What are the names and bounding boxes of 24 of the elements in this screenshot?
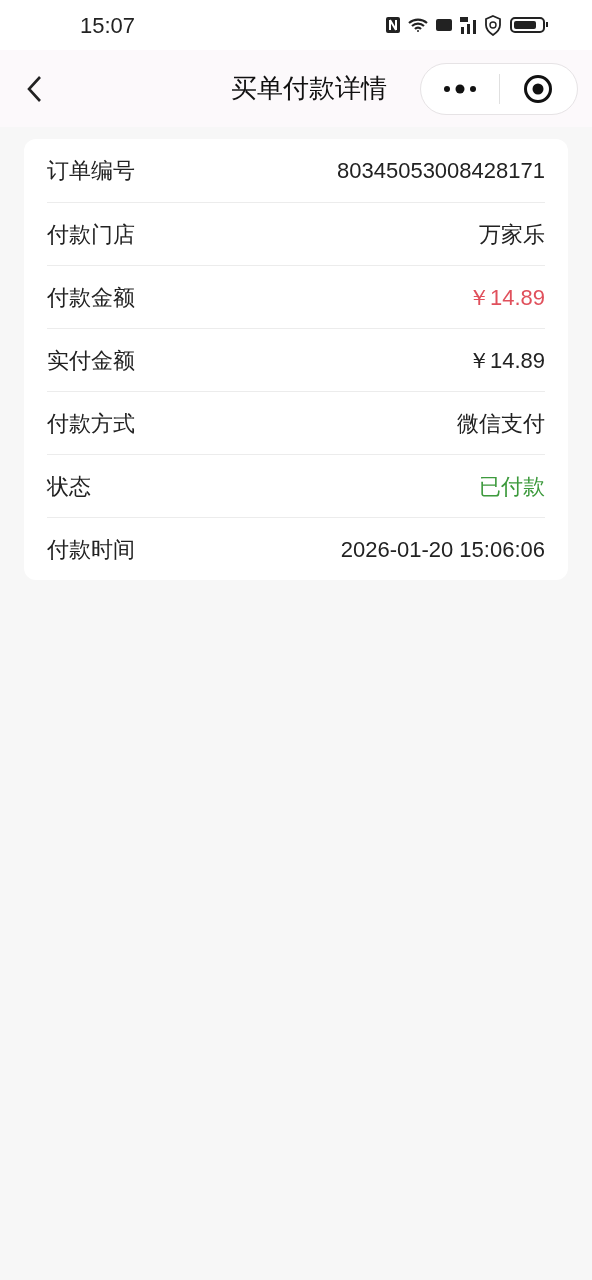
field-label: 付款金额 xyxy=(47,283,135,312)
field-label: 付款方式 xyxy=(47,409,135,438)
field-label: 实付金额 xyxy=(47,346,135,375)
more-icon xyxy=(442,83,477,94)
nfc-icon xyxy=(386,17,400,33)
signal-icon xyxy=(460,16,476,34)
page-title: 买单付款详情 xyxy=(230,72,388,105)
field-value: 已付款 xyxy=(479,472,545,501)
field-value: 万家乐 xyxy=(479,220,545,249)
back-icon xyxy=(26,74,42,103)
battery-icon xyxy=(510,17,548,33)
field-label: 状态 xyxy=(47,472,91,501)
field-value: ￥14.89 xyxy=(467,283,545,312)
field-label: 订单编号 xyxy=(47,157,135,185)
field-value: 2026-01-20 15:06:06 xyxy=(340,535,545,564)
shield-icon xyxy=(484,14,502,36)
status-time: 15:07 xyxy=(80,11,136,40)
field-label: 付款时间 xyxy=(47,535,135,564)
field-value: 80345053008428171 xyxy=(337,157,545,185)
target-icon xyxy=(523,73,554,104)
field-value: ￥14.89 xyxy=(467,346,545,375)
field-label: 付款门店 xyxy=(47,220,135,249)
field-value: 微信支付 xyxy=(457,409,545,438)
wifi-icon xyxy=(408,18,428,32)
